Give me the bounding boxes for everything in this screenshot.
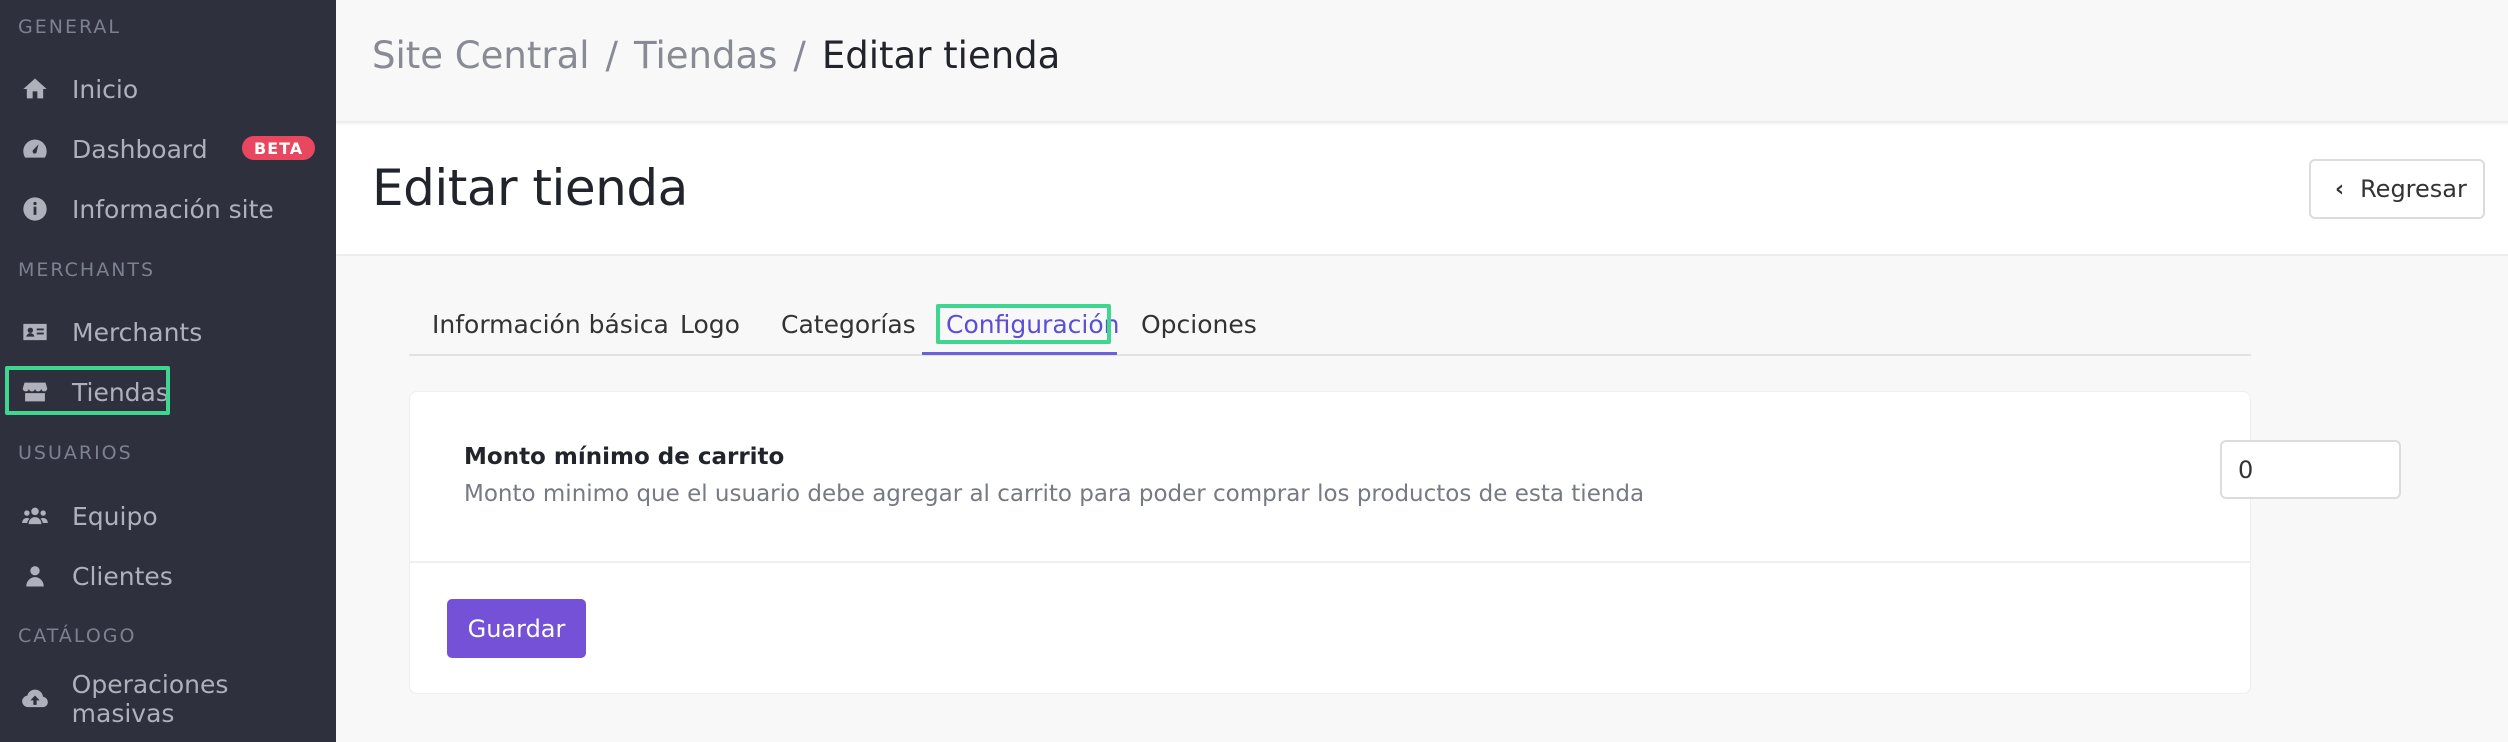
sidebar-item-label: Inicio — [72, 74, 139, 104]
breadcrumb-bar: Site Central / Tiendas / Editar tienda — [336, 0, 2508, 123]
page-title: Editar tienda — [372, 159, 688, 217]
breadcrumb-item-site-central[interactable]: Site Central — [372, 34, 590, 77]
sidebar-item-dashboard[interactable]: Dashboard BETA — [0, 119, 336, 179]
back-button-label: Regresar — [2360, 175, 2467, 203]
sidebar: GENERAL Inicio Dashboard BETA Informació… — [0, 0, 336, 742]
sidebar-item-merchants[interactable]: Merchants — [0, 302, 336, 362]
chevron-left-icon: ‹ — [2335, 176, 2345, 202]
active-tab-indicator — [922, 352, 1117, 355]
breadcrumb-separator: / — [793, 34, 806, 77]
section-general: GENERAL — [18, 16, 121, 38]
sidebar-item-label: Merchants — [72, 317, 203, 347]
page-header: Editar tienda ‹ Regresar — [336, 125, 2508, 256]
sidebar-item-label: Clientes — [72, 561, 173, 591]
tab-opciones[interactable]: Opciones — [1141, 310, 1257, 339]
info-icon — [20, 194, 50, 224]
section-merchants: MERCHANTS — [18, 259, 156, 281]
tab-informacion-basica[interactable]: Información básica — [432, 310, 669, 339]
gauge-icon — [20, 134, 50, 164]
id-card-icon — [20, 317, 50, 347]
home-icon — [20, 74, 50, 104]
beta-badge: BETA — [242, 136, 316, 160]
configuracion-highlight-box — [936, 304, 1111, 344]
card-divider — [410, 561, 2250, 563]
section-usuarios: USUARIOS — [18, 442, 133, 464]
sidebar-item-inicio[interactable]: Inicio — [0, 59, 336, 119]
back-button[interactable]: ‹ Regresar — [2309, 159, 2485, 219]
sidebar-item-equipo[interactable]: Equipo — [0, 486, 336, 546]
tiendas-highlight-box — [5, 366, 170, 415]
save-button[interactable]: Guardar — [447, 599, 586, 658]
min-cart-amount-input[interactable] — [2220, 440, 2401, 499]
breadcrumb-separator: / — [605, 34, 618, 77]
users-icon — [20, 501, 50, 531]
sidebar-item-operaciones-masivas[interactable]: Operaciones masivas — [0, 669, 336, 729]
tab-categorias[interactable]: Categorías — [781, 310, 916, 339]
sidebar-item-label: Dashboard — [72, 134, 208, 164]
breadcrumb-current: Editar tienda — [821, 34, 1061, 77]
config-card: Monto mínimo de carrito Monto minimo que… — [409, 391, 2401, 694]
min-cart-help-text: Monto minimo que el usuario debe agregar… — [464, 481, 1645, 507]
sidebar-item-label: Operaciones masivas — [71, 670, 229, 728]
cloud-upload-icon — [20, 684, 50, 714]
sidebar-item-clientes[interactable]: Clientes — [0, 546, 336, 606]
sidebar-item-label: Información site — [72, 194, 274, 224]
tab-logo[interactable]: Logo — [680, 310, 740, 339]
breadcrumb-item-tiendas[interactable]: Tiendas — [634, 34, 777, 77]
section-catalogo: CATÁLOGO — [18, 625, 137, 647]
tab-bar: Información básica Logo Categorías Confi… — [409, 300, 2251, 356]
user-icon — [20, 561, 50, 591]
breadcrumb: Site Central / Tiendas / Editar tienda — [372, 34, 1060, 77]
sidebar-item-informacion-site[interactable]: Información site — [0, 179, 336, 239]
sidebar-item-label: Equipo — [72, 501, 158, 531]
min-cart-label: Monto mínimo de carrito — [464, 444, 785, 470]
